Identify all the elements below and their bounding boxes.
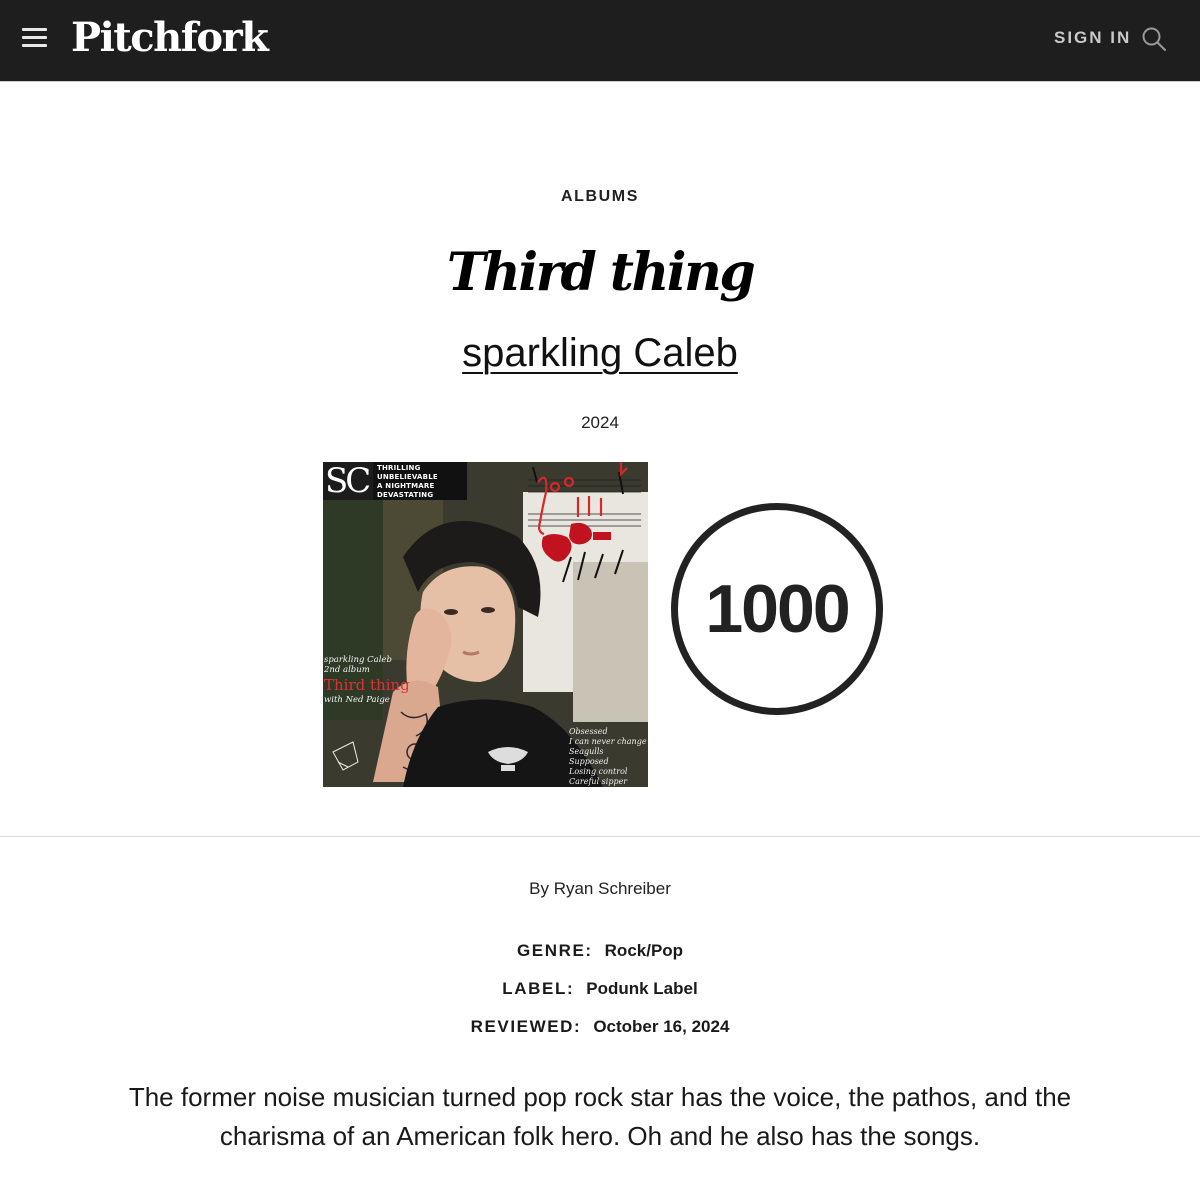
release-year: 2024	[581, 413, 619, 432]
cover-album-title: Third thing	[324, 676, 410, 694]
reviewed-label: REVIEWED:	[470, 1017, 582, 1036]
review-dek: The former noise musician turned pop roc…	[128, 1082, 1072, 1151]
byline-prefix: By	[529, 879, 549, 898]
site-logo[interactable]: Pitchfork	[71, 12, 269, 64]
genre-label: GENRE:	[516, 941, 593, 960]
genre-row: GENRE: Rock/Pop	[0, 941, 1200, 961]
reviewed-date: October 16, 2024	[593, 1017, 730, 1036]
author-link[interactable]: Ryan Schreiber	[554, 879, 671, 898]
label-row: LABEL: Podunk Label	[0, 979, 1200, 999]
reviewed-row: REVIEWED: October 16, 2024	[0, 1017, 1200, 1037]
cover-taglines: THRILLING UNBELIEVABLE A NIGHTMARE DEVAS…	[373, 462, 467, 500]
menu-icon[interactable]	[22, 28, 47, 48]
cover-with-line: with Ned Paige	[324, 695, 390, 705]
record-label-value: Podunk Label	[586, 979, 698, 998]
cover-track: Obsessed	[569, 727, 608, 736]
search-icon[interactable]	[1141, 26, 1167, 52]
cover-track: Supposed	[569, 757, 609, 766]
cover-track: I can never change	[569, 737, 647, 746]
genre-value: Rock/Pop	[604, 941, 684, 960]
score-circle: 1000	[671, 503, 883, 715]
cover-artist-text: sparkling Caleb 2nd album	[324, 655, 392, 675]
score-value: 1000	[705, 571, 850, 647]
cover-track: Careful sipper	[569, 777, 628, 786]
cover-tracklist: Obsessed I can never change Seagulls Sup…	[569, 727, 647, 787]
album-cover-image: SC THRILLING UNBELIEVABLE A NIGHTMARE DE…	[323, 462, 648, 787]
album-title: Third thing	[446, 242, 756, 303]
section-divider	[0, 836, 1200, 837]
sign-in-link[interactable]: SIGN IN	[1054, 26, 1131, 50]
category-kicker[interactable]: ALBUMS	[0, 188, 1200, 206]
cover-track: Seagulls	[569, 747, 604, 756]
artist-name: sparkling Caleb	[0, 328, 1200, 378]
cover-track: Losing control	[569, 767, 628, 776]
top-nav-bar: Pitchfork SIGN IN	[0, 0, 1200, 82]
byline: By Ryan Schreiber	[0, 879, 1200, 899]
artist-link[interactable]: sparkling Caleb	[462, 331, 738, 375]
cover-logo: SC	[323, 462, 373, 500]
record-label-label: LABEL:	[502, 979, 575, 998]
